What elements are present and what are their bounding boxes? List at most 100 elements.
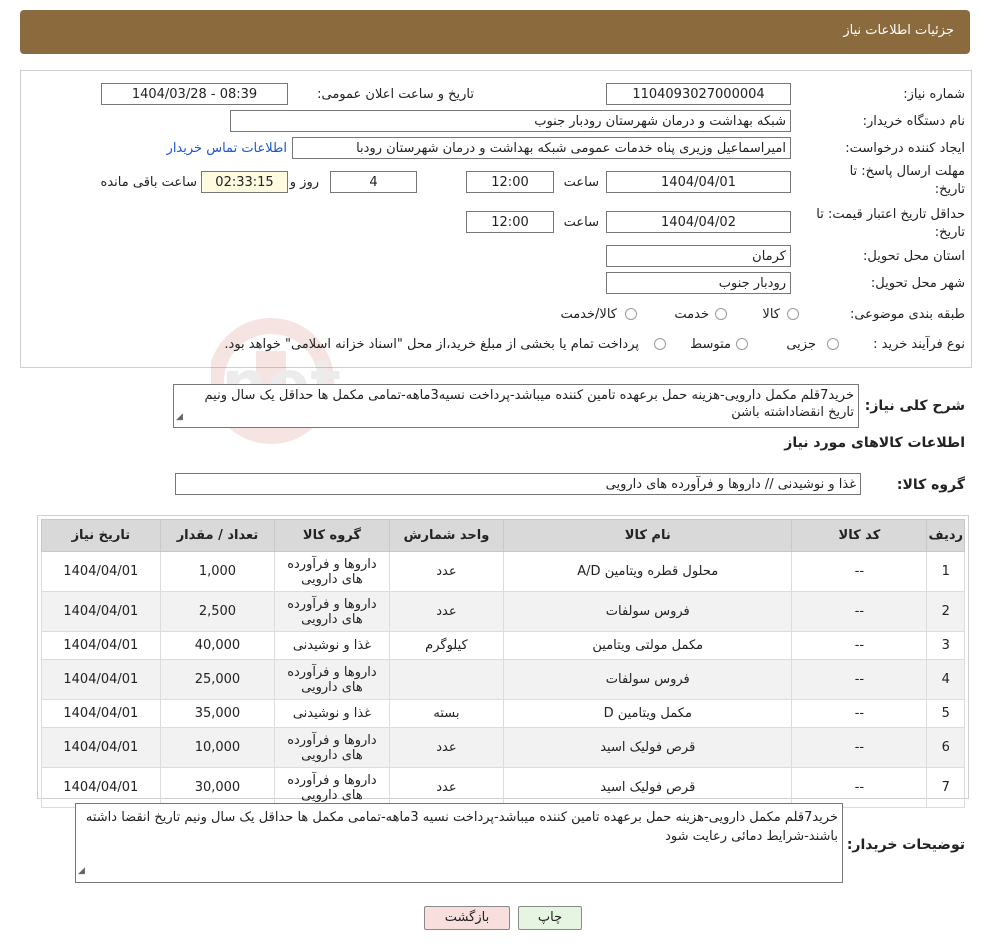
remaining-label: ساعت باقی مانده (100, 175, 197, 190)
cell-name: فروس سولفات (503, 659, 793, 700)
validity-label: حداقل تاریخ اعتبار قیمت: تا (816, 207, 965, 222)
cell-qty: 25,000 (159, 659, 276, 700)
province-field: کرمان (606, 245, 791, 267)
cell-qty: 35,000 (159, 699, 276, 728)
cell-no: 7 (926, 767, 965, 808)
cell-code: -- (791, 659, 928, 700)
need-number-label: شماره نیاز: (903, 87, 965, 102)
category-radio-goods-service[interactable] (625, 308, 637, 320)
process-option-minor: جزیی (786, 337, 816, 352)
notes-label: توضیحات خریدار: (846, 837, 965, 853)
cell-group: غذا و نوشیدنی (274, 631, 390, 660)
validity-time-label: ساعت (563, 215, 599, 230)
process-note: پرداخت تمام یا بخشی از مبلغ خرید،از محل … (224, 337, 639, 352)
resize-handle-icon[interactable]: ◢ (78, 862, 85, 881)
cell-unit: عدد (388, 591, 505, 632)
province-label: استان محل تحویل: (863, 249, 965, 264)
table-row: 4 -- فروس سولفات داروها و فرآورده های دا… (41, 659, 965, 700)
table-row: 2 -- فروس سولفات عدد داروها و فرآورده ها… (41, 591, 965, 632)
announce-label: تاریخ و ساعت اعلان عمومی: (317, 87, 474, 102)
cell-unit: عدد (388, 551, 505, 592)
cell-date: 1404/04/01 (41, 631, 161, 660)
description-text: خرید7قلم مکمل دارویی-هزینه حمل برعهده تا… (204, 388, 855, 420)
cell-name: مکمل مولتی ویتامین (503, 631, 793, 660)
cell-code: -- (791, 591, 928, 632)
process-radio-medium[interactable] (736, 338, 748, 350)
cell-qty: 10,000 (159, 727, 276, 768)
table-row: 6 -- قرص فولیک اسید عدد داروها و فرآورده… (41, 727, 965, 768)
cell-date: 1404/04/01 (41, 591, 161, 632)
cell-no: 1 (926, 551, 965, 592)
cell-group: داروها و فرآورده های دارویی (274, 551, 390, 592)
header-date: تاریخ نیاز (41, 519, 161, 552)
need-number-field: 1104093027000004 (606, 83, 791, 105)
header-code: کد کالا (791, 519, 928, 552)
category-option-goods-service: کالا/خدمت (560, 307, 617, 322)
header-qty: تعداد / مقدار (159, 519, 276, 552)
process-option-medium: متوسط (690, 337, 731, 352)
back-button[interactable]: بازگشت (424, 906, 510, 930)
validity-date-field: 1404/04/02 (606, 211, 791, 233)
cell-unit: بسته (388, 699, 505, 728)
goods-group-label: گروه کالا: (896, 477, 965, 493)
process-radio-treasury[interactable] (654, 338, 666, 350)
buyer-org-label: نام دستگاه خریدار: (862, 114, 965, 129)
category-radio-goods[interactable] (787, 308, 799, 320)
page-header: جزئیات اطلاعات نیاز (20, 10, 970, 54)
cell-no: 6 (926, 727, 965, 768)
cell-group: داروها و فرآورده های دارویی (274, 659, 390, 700)
header-row-number: ردیف (926, 519, 965, 552)
city-field: رودبار جنوب (606, 272, 791, 294)
creator-field: امیراسماعیل وزیری پناه خدمات عمومی شبکه … (292, 137, 791, 159)
days-label: روز و (289, 175, 319, 190)
buyer-notes-field[interactable]: خرید7قلم مکمل دارویی-هزینه حمل برعهده تا… (75, 803, 843, 883)
goods-table-container: ردیف کد کالا نام کالا واحد شمارش گروه کا… (37, 515, 969, 808)
cell-no: 4 (926, 659, 965, 700)
cell-no: 5 (926, 699, 965, 728)
cell-code: -- (791, 767, 928, 808)
cell-name: فروس سولفات (503, 591, 793, 632)
cell-name: مکمل ویتامین D (503, 699, 793, 728)
cell-date: 1404/04/01 (41, 727, 161, 768)
table-header-row: ردیف کد کالا نام کالا واحد شمارش گروه کا… (41, 519, 965, 552)
goods-section-title: اطلاعات کالاهای مورد نیاز (784, 435, 965, 451)
cell-date: 1404/04/01 (41, 551, 161, 592)
resize-handle-icon[interactable]: ◢ (176, 409, 183, 426)
deadline-time-label: ساعت (563, 175, 599, 190)
cell-date: 1404/04/01 (41, 699, 161, 728)
cell-date: 1404/04/01 (41, 659, 161, 700)
watermark-logo: AriaTender.net (211, 318, 341, 444)
cell-group: داروها و فرآورده های دارویی (274, 727, 390, 768)
cell-qty: 40,000 (159, 631, 276, 660)
print-button[interactable]: چاپ (518, 906, 582, 930)
deadline-label-line2: تاریخ: (934, 182, 965, 197)
deadline-date-field: 1404/04/01 (606, 171, 791, 193)
table-row: 7 -- قرص فولیک اسید عدد داروها و فرآورده… (41, 767, 965, 808)
buyer-contact-link[interactable]: اطلاعات تماس خریدار (167, 141, 287, 156)
cell-group: داروها و فرآورده های دارویی (274, 591, 390, 632)
process-radio-minor[interactable] (827, 338, 839, 350)
cell-group: غذا و نوشیدنی (274, 699, 390, 728)
cell-date: 1404/04/01 (41, 767, 161, 808)
cell-name: قرص فولیک اسید (503, 727, 793, 768)
cell-code: -- (791, 551, 928, 592)
cell-qty: 30,000 (159, 767, 276, 808)
table-row: 3 -- مکمل مولتی ویتامین کیلوگرم غذا و نو… (41, 631, 965, 660)
days-field: 4 (330, 171, 417, 193)
table-row: 1 -- محلول قطره ویتامین A/D عدد داروها و… (41, 551, 965, 592)
goods-group-field: غذا و نوشیدنی // داروها و فرآورده های دا… (175, 473, 861, 495)
category-option-service: خدمت (674, 307, 709, 322)
header-group: گروه کالا (274, 519, 390, 552)
remaining-time-field: 02:33:15 (201, 171, 288, 193)
table-row: 5 -- مکمل ویتامین D بسته غذا و نوشیدنی 3… (41, 699, 965, 728)
cell-code: -- (791, 631, 928, 660)
process-label: نوع فرآیند خرید : (873, 337, 965, 352)
cell-code: -- (791, 699, 928, 728)
category-radio-service[interactable] (715, 308, 727, 320)
cell-unit: کیلوگرم (388, 631, 505, 660)
cell-name: قرص فولیک اسید (503, 767, 793, 808)
cell-no: 2 (926, 591, 965, 632)
description-field[interactable]: خرید7قلم مکمل دارویی-هزینه حمل برعهده تا… (173, 384, 859, 428)
cell-group: داروها و فرآورده های دارویی (274, 767, 390, 808)
description-label: شرح کلی نیاز: (864, 398, 965, 414)
